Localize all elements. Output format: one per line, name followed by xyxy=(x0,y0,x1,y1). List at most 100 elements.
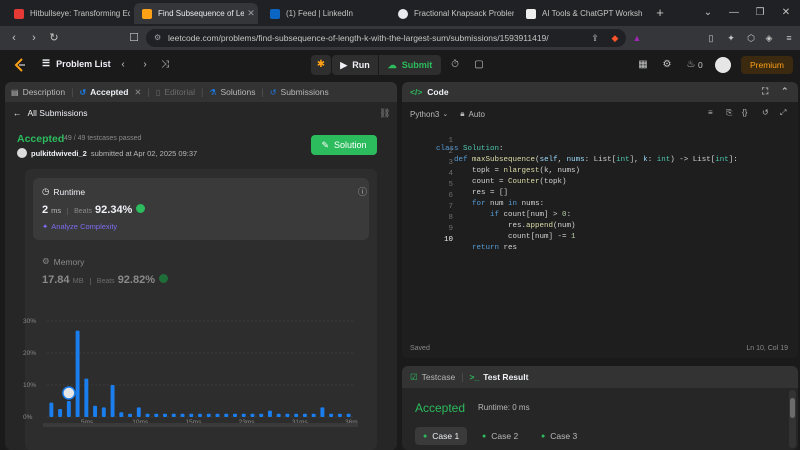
case-tab-2[interactable]: ● Case 2 xyxy=(474,427,526,445)
chart-bar[interactable] xyxy=(75,330,80,417)
chart-bar[interactable] xyxy=(110,385,115,417)
chart-bar[interactable] xyxy=(119,412,124,417)
close-window-icon[interactable]: ✕ xyxy=(778,5,794,21)
bookmark-icon[interactable]: ☐ xyxy=(126,30,142,46)
chart-bar[interactable] xyxy=(145,413,150,417)
chart-bar[interactable] xyxy=(101,407,106,417)
chart-bar[interactable] xyxy=(128,413,133,417)
back-icon[interactable]: ‹ xyxy=(6,30,22,46)
username[interactable]: pulkitdwivedi_2 xyxy=(31,149,87,158)
memory-title[interactable]: ⚙ Memory xyxy=(42,256,84,267)
case-tab-1[interactable]: ● Case 1 xyxy=(415,427,468,445)
chart-bar[interactable] xyxy=(163,413,167,417)
runtime-distribution-chart[interactable]: 30%20%10%0% 5ms10ms15ms23ms31ms36ms xyxy=(23,307,358,427)
chevron-up-icon[interactable]: ⌃ xyxy=(781,86,789,97)
chart-bar[interactable] xyxy=(93,405,98,417)
fullscreen-icon[interactable]: ⤢ xyxy=(780,108,786,118)
scrollbar-thumb[interactable] xyxy=(790,398,795,418)
tab-accepted[interactable]: ↺ Accepted ✕ xyxy=(73,82,147,102)
browser-tab-linkedin[interactable]: (1) Feed | LinkedIn xyxy=(262,3,386,24)
shuffle-icon[interactable]: ⤨ xyxy=(158,58,172,72)
user-avatar-small[interactable] xyxy=(17,148,27,158)
tab-submissions[interactable]: ↺ Submissions xyxy=(264,82,335,102)
browser-tab-ai-tools[interactable]: AI Tools & ChatGPT Worksho xyxy=(518,3,642,24)
chart-bar[interactable] xyxy=(58,409,63,417)
chart-scrollbar[interactable] xyxy=(43,423,358,427)
browser-tab-leetcode[interactable]: Find Subsequence of Lengt ✕ xyxy=(134,3,258,24)
reload-icon[interactable]: ↻ xyxy=(46,30,62,46)
share-icon[interactable]: ⇪ xyxy=(588,31,602,45)
case-tab-3[interactable]: ● Case 3 xyxy=(533,427,585,445)
tab-testcase[interactable]: ☑ Testcase xyxy=(410,372,455,383)
tab-test-result[interactable]: >_ Test Result xyxy=(470,372,529,382)
info-icon[interactable]: ⓘ xyxy=(358,185,367,198)
problem-list-button[interactable]: ☰ Problem List xyxy=(42,58,111,69)
chart-bar[interactable] xyxy=(233,413,237,417)
chart-bar[interactable] xyxy=(171,413,176,417)
browser-tab-knapsack[interactable]: Fractional Knapsack Problem xyxy=(390,3,514,24)
close-tab-icon[interactable]: ✕ xyxy=(134,87,141,98)
all-submissions-link[interactable]: ← All Submissions xyxy=(13,108,88,118)
premium-button[interactable]: Premium xyxy=(741,56,793,74)
chart-bar[interactable] xyxy=(154,413,159,417)
bookmark-icon[interactable]: ⎘ xyxy=(726,108,732,118)
streak-fire-icon[interactable]: ♨ xyxy=(684,58,698,72)
chart-bar[interactable] xyxy=(329,413,334,417)
site-settings-icon[interactable]: ⚙ xyxy=(154,33,164,43)
chart-bar[interactable] xyxy=(66,401,71,417)
solution-button[interactable]: ✎ Solution xyxy=(311,135,377,155)
chart-bar[interactable] xyxy=(215,413,220,417)
chart-bar[interactable] xyxy=(267,410,272,417)
forward-icon[interactable]: › xyxy=(26,30,42,46)
chart-bar[interactable] xyxy=(49,402,54,417)
vpn-icon[interactable]: ◈ xyxy=(762,31,776,45)
link-icon[interactable]: ⛓ xyxy=(379,108,390,119)
chart-bar[interactable] xyxy=(136,407,141,417)
chart-bar[interactable] xyxy=(84,378,89,417)
maximize-icon[interactable]: ⛶ xyxy=(762,86,768,97)
chart-bar[interactable] xyxy=(285,413,290,417)
chart-bar[interactable] xyxy=(294,413,299,417)
autocomplete-mode[interactable]: Auto xyxy=(469,110,485,119)
reset-icon[interactable]: ↺ xyxy=(762,108,769,117)
brave-rewards-icon[interactable]: ▲ xyxy=(630,31,644,45)
layout-icon[interactable]: ▦ xyxy=(636,58,650,72)
chart-bar[interactable] xyxy=(346,413,351,417)
chart-bar[interactable] xyxy=(302,413,307,417)
chart-bar[interactable] xyxy=(224,413,229,417)
close-tab-icon[interactable]: ✕ xyxy=(244,8,258,19)
result-scrollbar[interactable] xyxy=(789,390,796,448)
sidebar-icon[interactable]: ▯ xyxy=(704,31,718,45)
chart-bar[interactable] xyxy=(311,413,316,417)
url-field[interactable]: ⚙ leetcode.com/problems/find-subsequence… xyxy=(146,29,626,47)
chart-bar[interactable] xyxy=(198,413,202,417)
wallet-icon[interactable]: ⬡ xyxy=(744,31,758,45)
prev-problem-icon[interactable]: ‹ xyxy=(116,58,130,72)
tab-editorial[interactable]: ▯ Editorial xyxy=(150,82,201,102)
menu-icon[interactable]: ≡ xyxy=(782,31,796,45)
timer-icon[interactable]: ⏱ xyxy=(448,58,462,72)
tab-search-icon[interactable]: ⌄ xyxy=(700,5,716,21)
chart-bar[interactable] xyxy=(320,407,325,417)
leetcode-logo-icon[interactable] xyxy=(13,58,27,72)
submit-button[interactable]: ☁ Submit xyxy=(379,55,441,75)
chart-bar[interactable] xyxy=(180,413,185,417)
chart-bar[interactable] xyxy=(206,413,211,417)
restore-icon[interactable]: ❐ xyxy=(752,5,768,21)
run-button[interactable]: ▶ Run xyxy=(332,55,378,75)
debug-button[interactable]: ✱ xyxy=(311,55,331,75)
format-braces-icon[interactable]: {} xyxy=(742,108,747,117)
analyze-complexity-link[interactable]: ✦ Analyze Complexity xyxy=(42,222,117,231)
chart-bar[interactable] xyxy=(337,413,342,417)
tab-solutions[interactable]: ⚗ Solutions xyxy=(203,82,261,102)
your-submission-marker[interactable] xyxy=(62,386,76,400)
next-problem-icon[interactable]: › xyxy=(138,58,152,72)
chart-bar[interactable] xyxy=(241,413,246,417)
notes-icon[interactable]: ≡ xyxy=(708,108,713,117)
browser-tab-hitbullseye[interactable]: Hitbullseye: Transforming Edu xyxy=(6,3,130,24)
user-avatar[interactable] xyxy=(715,57,731,73)
minimize-icon[interactable]: — xyxy=(726,5,742,21)
notes-icon[interactable]: ▢ xyxy=(472,58,486,72)
chart-bar[interactable] xyxy=(259,413,264,417)
new-tab-icon[interactable]: + xyxy=(652,5,668,21)
